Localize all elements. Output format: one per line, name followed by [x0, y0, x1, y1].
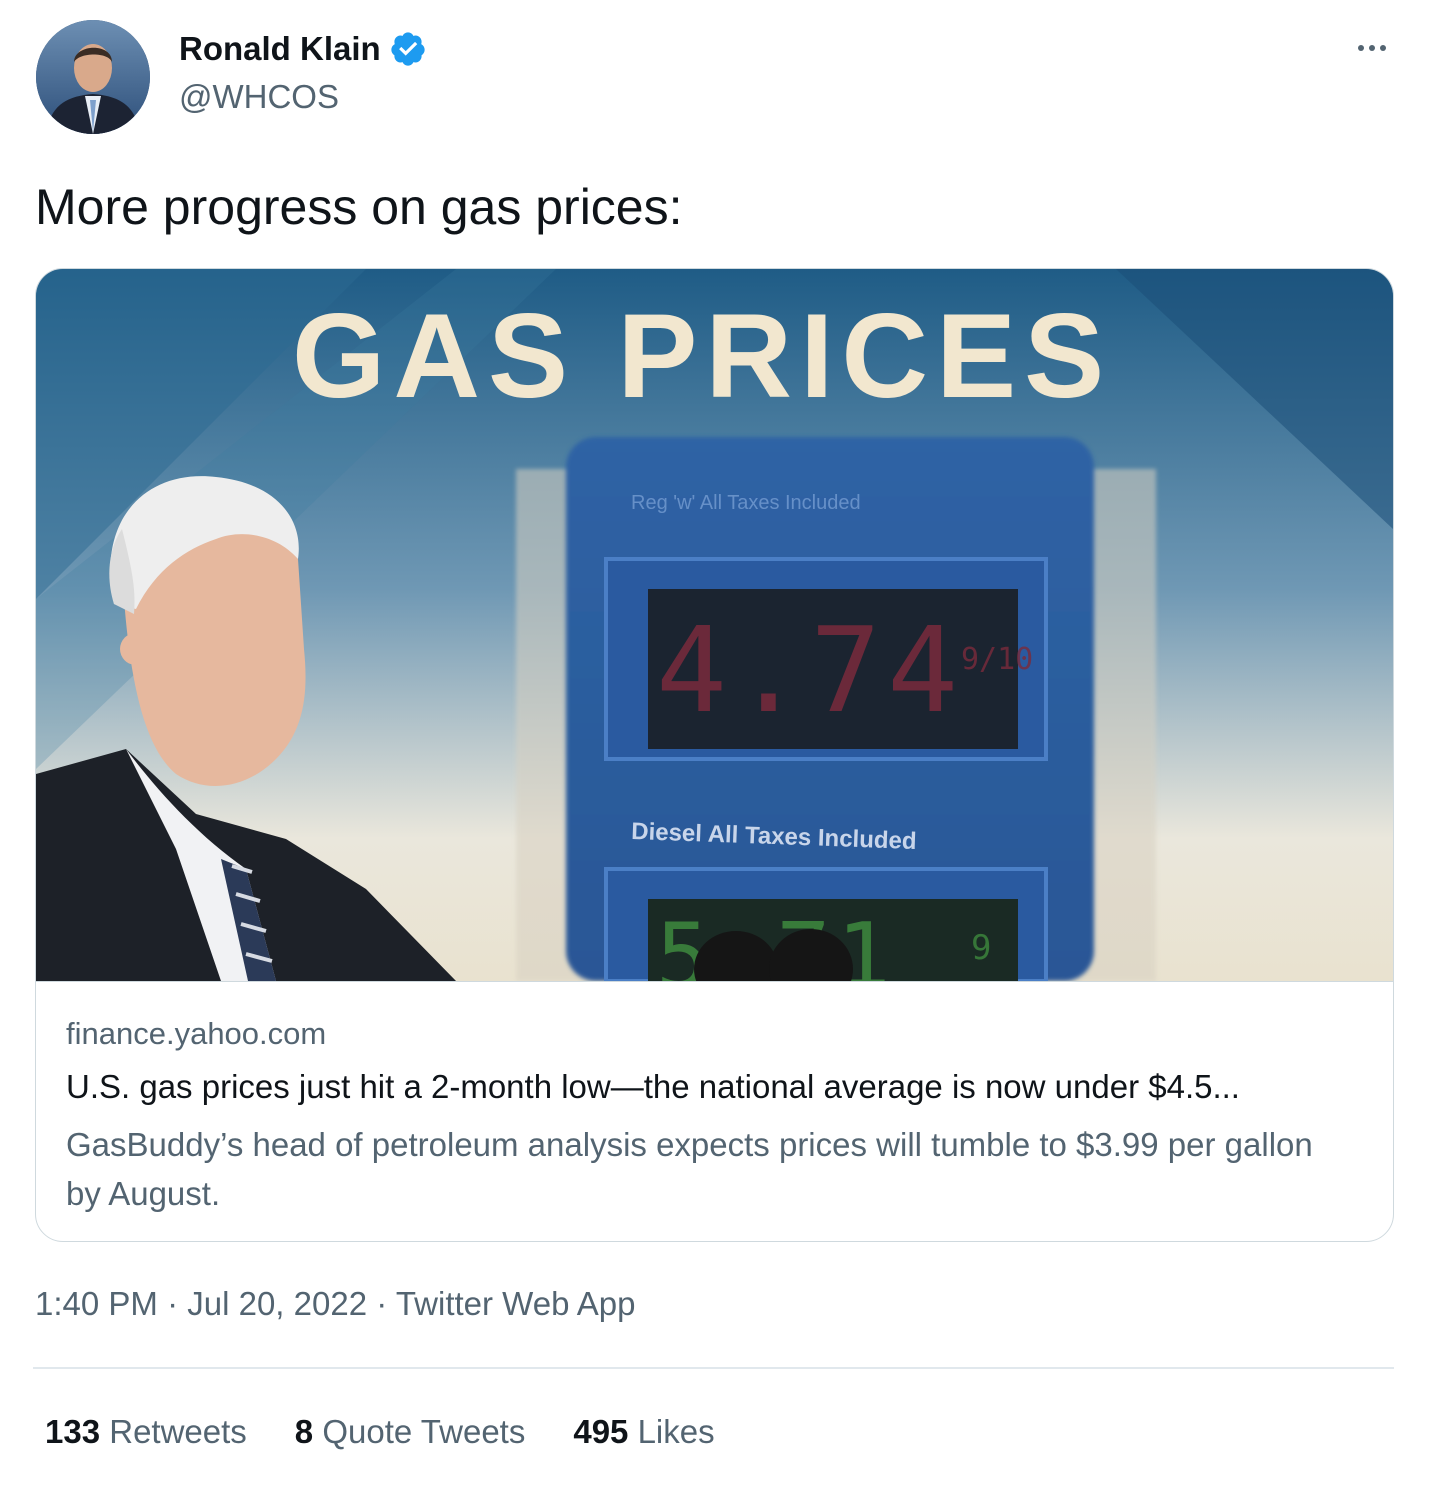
- tweet-text: More progress on gas prices:: [35, 179, 683, 235]
- divider: [33, 1367, 1394, 1369]
- card-headline[interactable]: U.S. gas prices just hit a 2-month low—t…: [66, 1068, 1366, 1106]
- tweet-stats: 133 Retweets 8 Quote Tweets 495 Likes: [45, 1413, 715, 1451]
- tweet-meta: 1:40 PM · Jul 20, 2022 · Twitter Web App: [35, 1285, 635, 1323]
- author-handle[interactable]: @WHCOS: [179, 78, 339, 116]
- price-top-fraction-text: 9/10: [961, 642, 1033, 677]
- likes-count: 495: [573, 1413, 629, 1450]
- likes-stat[interactable]: 495 Likes: [573, 1413, 714, 1451]
- tweet-date[interactable]: Jul 20, 2022: [187, 1285, 367, 1322]
- more-dot: [1380, 45, 1386, 51]
- retweets-count: 133: [45, 1413, 101, 1450]
- author-avatar[interactable]: [36, 20, 150, 134]
- card-domain: finance.yahoo.com: [66, 1016, 327, 1051]
- price-bottom-fraction-text: 9: [971, 928, 991, 968]
- meta-separator: ·: [167, 1285, 179, 1322]
- retweets-label: Retweets: [109, 1413, 247, 1450]
- meta-separator: ·: [376, 1285, 388, 1322]
- card-image[interactable]: Reg 'w' All Taxes Included 4.74 9/10 Die…: [36, 269, 1393, 981]
- verified-badge-icon: [391, 32, 425, 66]
- banner-text: GAS PRICES: [292, 289, 1112, 423]
- author-name-text[interactable]: Ronald Klain: [179, 30, 381, 68]
- retweets-stat[interactable]: 133 Retweets: [45, 1413, 247, 1451]
- link-card[interactable]: Reg 'w' All Taxes Included 4.74 9/10 Die…: [35, 268, 1394, 1242]
- tweet-source[interactable]: Twitter Web App: [396, 1285, 636, 1322]
- card-body[interactable]: finance.yahoo.com U.S. gas prices just h…: [36, 981, 1393, 1241]
- more-options-button[interactable]: [1350, 30, 1394, 66]
- quote-tweets-stat[interactable]: 8 Quote Tweets: [295, 1413, 526, 1451]
- quote-tweets-label: Quote Tweets: [322, 1413, 526, 1450]
- more-dot: [1369, 45, 1375, 51]
- card-description: GasBuddy’s head of petroleum analysis ex…: [66, 1126, 1313, 1212]
- tweet-timestamp[interactable]: 1:40 PM: [35, 1285, 158, 1322]
- more-horizontal-icon: [1358, 45, 1364, 51]
- sign-top-text: Reg 'w' All Taxes Included: [631, 492, 861, 514]
- price-top-text: 4.74: [656, 601, 964, 739]
- likes-label: Likes: [637, 1413, 715, 1450]
- author-name[interactable]: Ronald Klain: [179, 30, 427, 68]
- quote-tweets-count: 8: [294, 1413, 314, 1450]
